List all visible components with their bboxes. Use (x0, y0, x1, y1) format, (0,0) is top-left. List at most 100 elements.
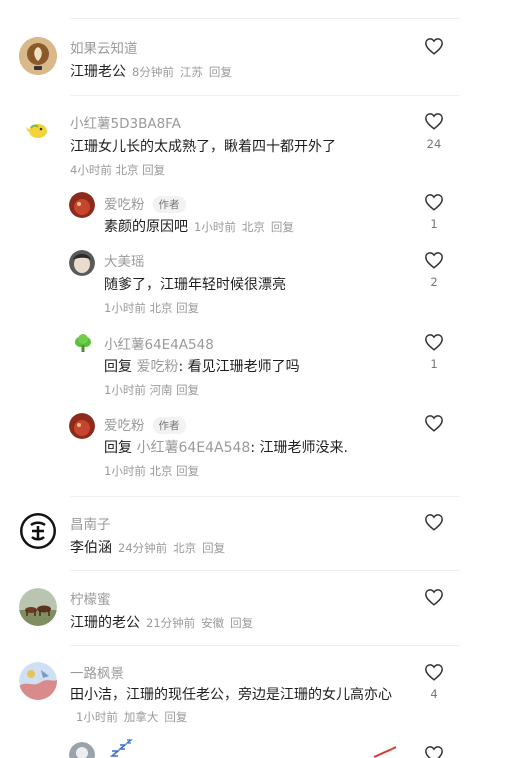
comment-body[interactable]: 江珊的老公 21分钟前 安徽 回复 (70, 612, 253, 632)
reply-button[interactable]: 回复 (142, 163, 165, 177)
comment-location: 北京 (173, 541, 197, 555)
heart-outline-icon (425, 589, 443, 606)
comment-time: 1小时前 (76, 710, 118, 724)
like-count: 24 (426, 137, 442, 151)
reply-author[interactable]: 小红薯64E4A548 (104, 333, 214, 353)
avatar[interactable] (69, 413, 95, 439)
reply-body[interactable]: 素颜的原因吧 1小时前 北京 回复 (104, 216, 294, 236)
reply-time: 1小时前 (104, 383, 146, 397)
comment-body[interactable]: 田小洁，江珊的现任老公，旁边是江珊的女儿高亦心 1小时前 加拿大 回复 (70, 684, 400, 728)
like-button[interactable] (424, 588, 444, 606)
like-button[interactable] (424, 251, 444, 269)
heart-outline-icon (425, 664, 443, 681)
heart-outline-icon (425, 113, 443, 130)
decoration-icon (372, 744, 398, 758)
author-name: 爱吃粉 (104, 418, 145, 434)
divider (70, 570, 460, 571)
avatar[interactable] (73, 334, 93, 354)
divider (70, 645, 460, 646)
reply-button[interactable]: 回复 (209, 65, 232, 79)
reply-time: 1小时前 (194, 220, 236, 234)
comment-meta: 4小时前 北京 回复 (70, 162, 165, 178)
like-count: 4 (430, 687, 438, 701)
comment-author[interactable]: 一路枫景 (70, 662, 124, 682)
like-count: 2 (430, 275, 438, 289)
heart-outline-icon (425, 194, 443, 211)
heart-outline-icon (425, 415, 443, 432)
avatar[interactable] (69, 742, 95, 758)
comment-time: 8分钟前 (132, 65, 174, 79)
reply-button[interactable]: 回复 (176, 301, 199, 315)
reply-text: 素颜的原因吧 (104, 219, 188, 235)
reply-prefix: 回复 (104, 359, 132, 375)
reply-text[interactable]: 随爹了，江珊年轻时候很漂亮 (104, 274, 286, 294)
comment-location: 北京 (115, 163, 139, 177)
comment-author[interactable]: 昌南子 (70, 513, 111, 533)
reply-button[interactable]: 回复 (176, 464, 199, 478)
comment-text: 李伯涵 (70, 540, 112, 556)
heart-outline-icon (425, 252, 443, 269)
reply-author[interactable]: 大美瑶 (104, 250, 145, 270)
divider (70, 18, 460, 19)
avatar[interactable] (19, 662, 57, 700)
reply-location: 北京 (149, 301, 173, 315)
comment-author[interactable]: 小红薯5D3BA8FA (70, 112, 181, 132)
reply-body[interactable]: 回复 爱吃粉: 看见江珊老师了吗 (104, 356, 300, 376)
author-badge: 作者 (152, 417, 186, 434)
author-badge: 作者 (152, 196, 186, 213)
like-button[interactable] (424, 112, 444, 130)
like-button[interactable] (424, 663, 444, 681)
reply-meta: 1小时前 北京 回复 (104, 463, 199, 479)
reply-button[interactable]: 回复 (202, 541, 225, 555)
reply-to-user[interactable]: 小红薯64E4A548 (136, 440, 250, 456)
comment-section: 如果云知道 江珊老公 8分钟前 江苏 回复 小红薯5D3BA8FA 江珊女儿长的太成熟… (0, 0, 519, 758)
comment-location: 江苏 (179, 65, 203, 79)
heart-outline-icon (425, 38, 443, 55)
avatar[interactable] (20, 513, 56, 549)
comment-author[interactable]: 柠檬蜜 (70, 588, 111, 608)
avatar[interactable] (69, 192, 95, 218)
comment-text: 江珊的老公 (70, 615, 140, 631)
avatar[interactable] (19, 588, 57, 626)
reply-location: 河南 (149, 383, 173, 397)
comment-location: 加拿大 (123, 710, 159, 724)
heart-outline-icon (425, 746, 443, 758)
divider (70, 95, 460, 96)
like-button[interactable] (424, 193, 444, 211)
like-button[interactable] (424, 333, 444, 351)
reply-author[interactable]: 爱吃粉 作者 (104, 193, 186, 213)
comment-location: 安徽 (201, 616, 225, 630)
reply-time: 1小时前 (104, 464, 146, 478)
comment-text[interactable]: 江珊女儿长的太成熟了，瞅着四十都开外了 (70, 136, 336, 156)
avatar[interactable] (19, 37, 57, 75)
reply-button[interactable]: 回复 (164, 710, 187, 724)
reply-text: : 看见江珊老师了吗 (178, 359, 300, 375)
avatar[interactable] (69, 250, 95, 276)
like-button[interactable] (424, 37, 444, 55)
comment-author[interactable]: 如果云知道 (70, 37, 138, 57)
comment-time: 21分钟前 (146, 616, 196, 630)
like-button[interactable] (424, 414, 444, 432)
reply-location: 北京 (149, 464, 173, 478)
divider (70, 496, 460, 497)
reply-text: : 江珊老师没来. (250, 440, 348, 456)
reply-to-user[interactable]: 爱吃粉 (136, 359, 178, 375)
like-button[interactable] (424, 745, 444, 758)
reply-location: 北京 (241, 220, 265, 234)
reply-author[interactable]: 爱吃粉 作者 (104, 414, 186, 434)
avatar[interactable] (25, 117, 51, 143)
reply-button[interactable]: 回复 (230, 616, 253, 630)
reply-body[interactable]: 回复 小红薯64E4A548: 江珊老师没来. (104, 437, 348, 457)
reply-button[interactable]: 回复 (176, 383, 199, 397)
comment-time: 4小时前 (70, 163, 112, 177)
comment-time: 24分钟前 (118, 541, 168, 555)
reply-prefix: 回复 (104, 440, 132, 456)
author-name: 爱吃粉 (104, 197, 145, 213)
reply-meta: 1小时前 北京 回复 (104, 300, 199, 316)
like-button[interactable] (424, 513, 444, 531)
comment-body[interactable]: 李伯涵 24分钟前 北京 回复 (70, 537, 225, 557)
like-count: 1 (430, 217, 438, 231)
reply-button[interactable]: 回复 (271, 220, 294, 234)
reply-meta: 1小时前 河南 回复 (104, 382, 199, 398)
comment-body[interactable]: 江珊老公 8分钟前 江苏 回复 (70, 61, 232, 81)
